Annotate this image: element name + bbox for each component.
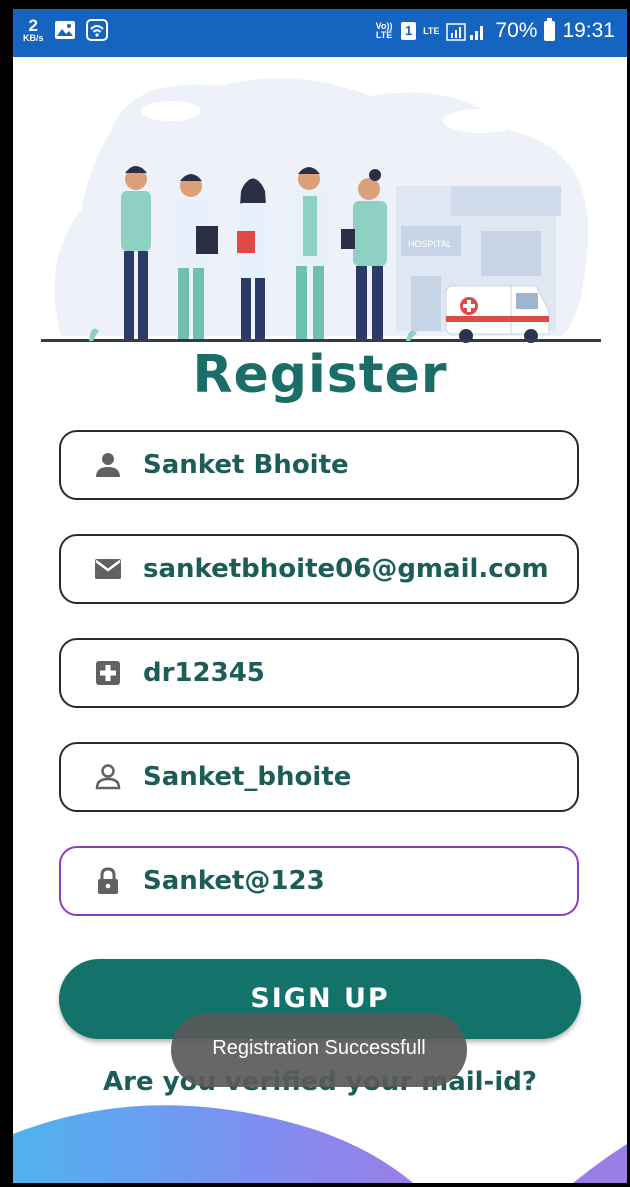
email-value: sanketbhoite06@gmail.com (143, 554, 549, 584)
clock: 19:31 (562, 19, 615, 42)
battery-percent: 70% (495, 19, 538, 42)
full-name-field[interactable]: Sanket Bhoite (59, 430, 579, 500)
ambulance (445, 285, 550, 343)
username-value: Sanket_bhoite (143, 762, 352, 792)
medical-cross-icon (96, 661, 120, 685)
lte-indicator: LTE (423, 25, 440, 36)
person-icon (96, 453, 120, 477)
status-bar: 2 KB/s Vo)) LTE 1 LTE 70% 19:31 (13, 9, 627, 57)
wifi-icon (85, 19, 108, 41)
full-name-value: Sanket Bhoite (143, 450, 349, 480)
username-field[interactable]: Sanket_bhoite (59, 742, 579, 812)
signal-icon (446, 23, 484, 41)
doctors-hospital-illustration: HOSPITAL (41, 78, 601, 343)
network-speed-value: 2 (28, 16, 38, 35)
password-field[interactable]: Sanket@123 (59, 846, 579, 916)
gallery-icon (54, 21, 75, 39)
email-icon (95, 559, 121, 579)
volte-indicator: Vo)) LTE (375, 21, 393, 40)
network-speed: 2 KB/s (23, 17, 44, 43)
hospital-sign: HOSPITAL (408, 239, 452, 249)
battery-icon (544, 18, 556, 41)
bottom-wave-decoration (13, 1105, 627, 1183)
password-value: Sanket@123 (143, 866, 325, 896)
network-speed-unit: KB/s (23, 33, 44, 43)
page-title: Register (192, 345, 448, 405)
status-left: 2 KB/s (23, 17, 108, 43)
lock-icon (98, 867, 118, 894)
doctor-id-field[interactable]: dr12345 (59, 638, 579, 708)
toast-message: Registration Successfull (171, 1013, 467, 1087)
person-outline-icon (95, 764, 121, 790)
app-screen: 2 KB/s Vo)) LTE 1 LTE 70% 19:31 HOSPITAL… (13, 9, 627, 1183)
sim-indicator: 1 (401, 22, 417, 40)
doctor-id-value: dr12345 (143, 658, 265, 688)
status-right: Vo)) LTE 1 LTE 70% 19:31 (374, 18, 615, 43)
email-field[interactable]: sanketbhoite06@gmail.com (59, 534, 579, 604)
